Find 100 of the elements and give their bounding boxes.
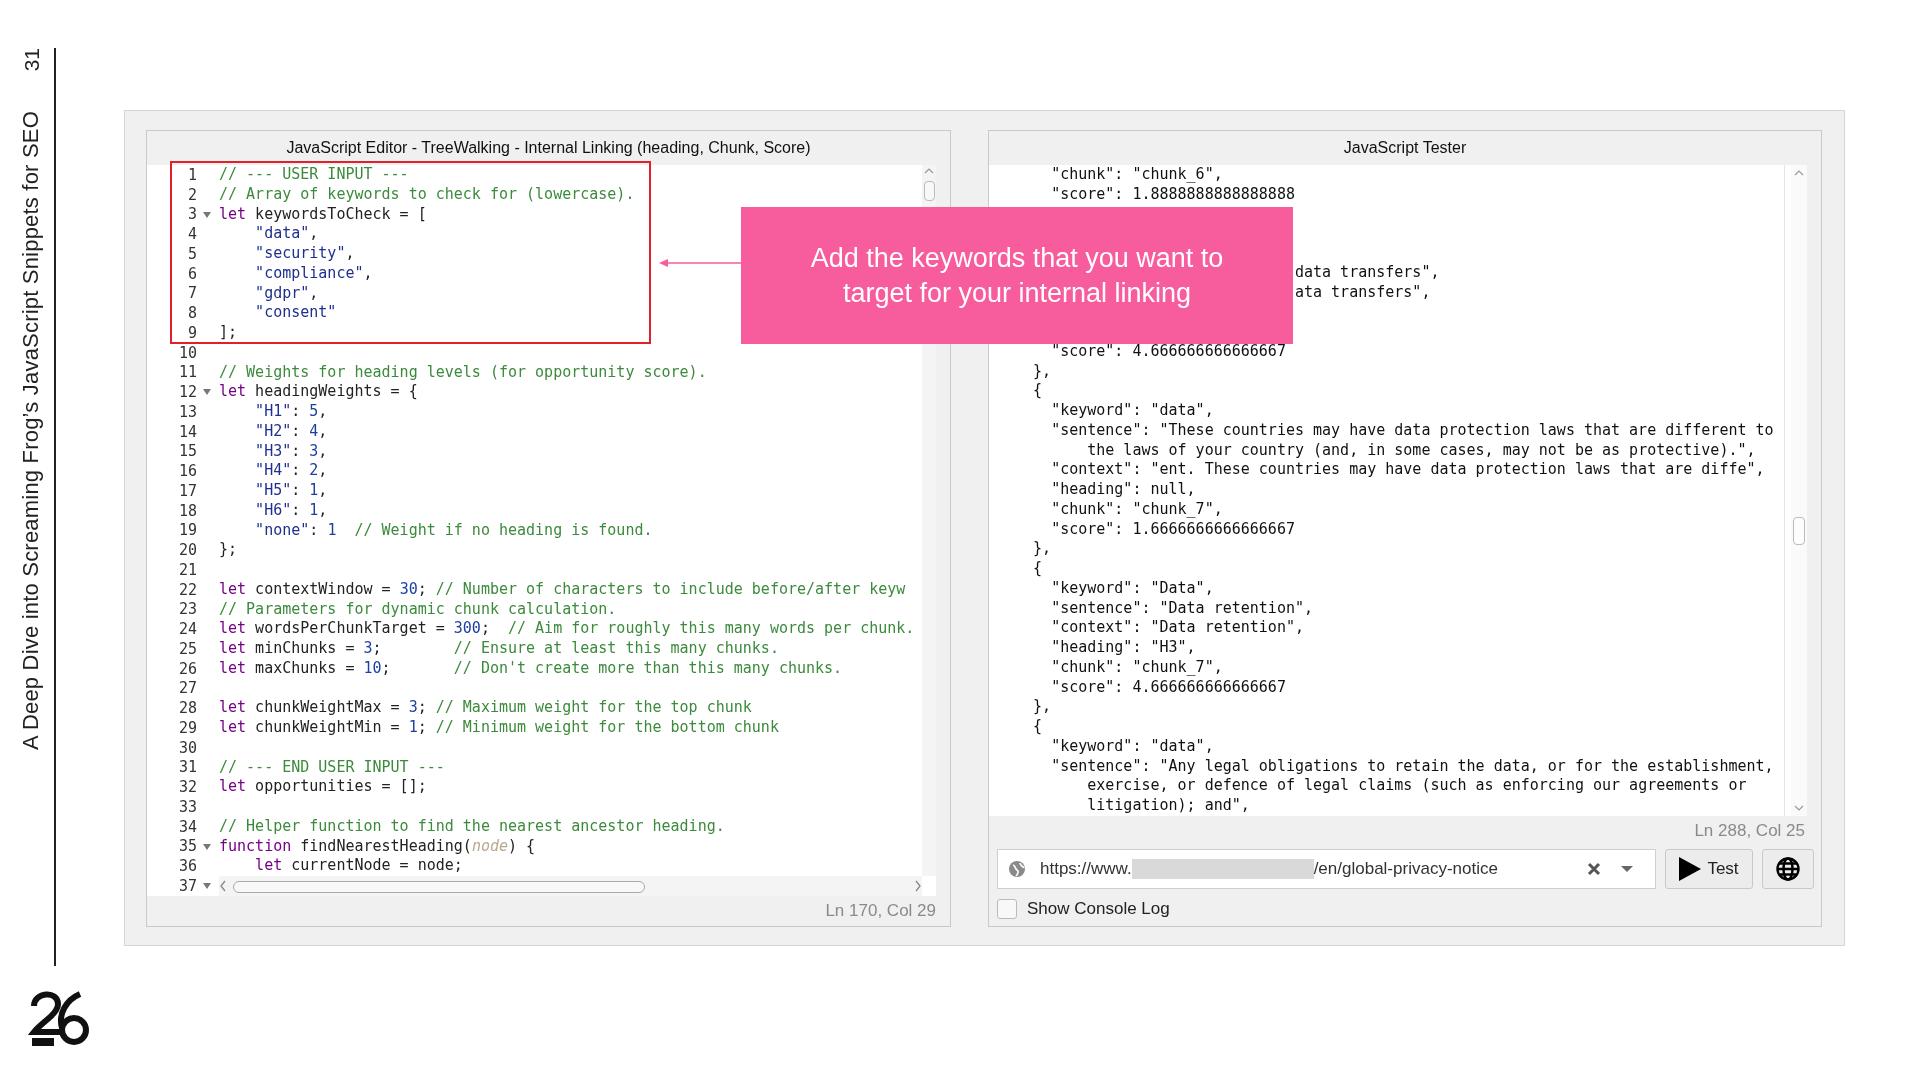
output-line: "score": 4.666666666666667 — [1051, 677, 1286, 698]
line-number: 29 — [178, 718, 197, 737]
code-line: "H5": 1, — [254, 481, 328, 501]
line-number: 18 — [178, 501, 197, 520]
horizontal-scrollbar[interactable] — [219, 876, 922, 896]
code-line: }; — [219, 540, 238, 560]
callout-text: Add the keywords that you want to target for your internal linking — [809, 241, 1225, 310]
globe-icon — [1008, 860, 1026, 878]
output-line: "sentence": "These countries may have data protection laws that are different to — [1051, 420, 1774, 441]
scroll-up-icon[interactable] — [924, 167, 934, 175]
output-line: "sentence": "Data retention", — [1051, 598, 1314, 619]
line-number: 26 — [178, 659, 197, 678]
output-line: "heading": "H3", — [1051, 638, 1196, 658]
output-line: }, — [1033, 539, 1052, 560]
line-number: 23 — [178, 600, 197, 619]
line-number: 17 — [178, 481, 197, 500]
globe-icon — [1776, 857, 1800, 881]
code-line: "H1": 5, — [254, 402, 328, 422]
line-number: 30 — [178, 738, 197, 757]
line-number: 1 — [187, 165, 197, 184]
output-line: "context": "ent. These countries may have data protection laws that are diffe", — [1051, 460, 1765, 481]
output-line: ata transfers", — [1294, 283, 1431, 303]
code-line: function findNearestHeading(node) { — [219, 836, 536, 857]
line-number: 7 — [187, 284, 197, 303]
cursor-position: Ln 170, Col 29 — [825, 901, 936, 921]
code-line: let chunkWeightMin = 1; // Minimum weight for the bottom chunk — [219, 718, 779, 738]
output-line: "chunk": "chunk_6", — [1051, 165, 1223, 185]
line-number: 33 — [178, 797, 197, 816]
scroll-up-icon[interactable] — [1794, 169, 1804, 177]
tester-title: JavaScript Tester — [1342, 138, 1468, 158]
code-line: let opportunities = []; — [219, 777, 427, 797]
code-line: // Helper function to find the nearest ancestor heading. — [219, 816, 725, 837]
fold-icon[interactable] — [203, 843, 211, 850]
code-line: let maxChunks = 10; // Don't create more than this many chunks. — [219, 658, 843, 679]
line-number: 11 — [178, 363, 197, 382]
scroll-down-icon[interactable] — [1794, 804, 1804, 812]
scroll-right-icon[interactable] — [914, 880, 922, 893]
output-line: }, — [1033, 361, 1052, 382]
code-line: let chunkWeightMax = 3; // Maximum weight for the top chunk — [219, 698, 752, 718]
code-line: "H3": 3, — [254, 441, 328, 462]
output-line: exercise, or defence of legal claims (such as enforcing our agreements or — [1087, 776, 1747, 797]
line-number: 3 — [187, 205, 197, 224]
line-number: 12 — [178, 383, 197, 402]
globe-button[interactable] — [1762, 849, 1814, 889]
line-number: 13 — [178, 402, 197, 421]
checkbox[interactable] — [997, 899, 1017, 919]
line-number: 20 — [178, 541, 197, 560]
code-line: "H4": 2, — [254, 461, 328, 481]
code-line: "compliance", — [254, 263, 373, 284]
url-field[interactable]: https://www. /en/global-privacy-notice — [997, 849, 1656, 889]
code-line: let wordsPerChunkTarget = 300; // Aim for roughly this many words per chunk. — [219, 619, 915, 639]
dropdown-caret-icon[interactable] — [1621, 866, 1633, 872]
scroll-left-icon[interactable] — [219, 880, 227, 893]
code-line: "data", — [254, 224, 319, 244]
line-number: 37 — [178, 876, 197, 895]
output-line: "keyword": "data", — [1051, 401, 1214, 421]
output-line: "keyword": "Data", — [1051, 578, 1214, 599]
fold-icon[interactable] — [203, 211, 211, 218]
output-line: }, — [1033, 697, 1052, 718]
vertical-scrollbar[interactable] — [1791, 165, 1807, 816]
code-line: "H6": 1, — [254, 500, 328, 521]
output-line: "keyword": "data", — [1051, 736, 1214, 757]
line-number: 2 — [187, 185, 197, 204]
code-line: ]; — [219, 323, 238, 343]
line-number: 32 — [178, 778, 197, 797]
code-line: // Array of keywords to check for (lowercase). — [219, 184, 635, 205]
line-number: 8 — [187, 304, 197, 323]
line-number: 27 — [178, 679, 197, 698]
output-line: the laws of your country (and, in some cases, may not be as protective).", — [1087, 440, 1756, 461]
code-line: "security", — [254, 244, 355, 264]
checkbox-label: Show Console Log — [1027, 899, 1170, 919]
fold-icon[interactable] — [203, 883, 211, 889]
line-number: 21 — [178, 560, 197, 579]
line-number: 24 — [178, 620, 197, 639]
output-line: { — [1033, 717, 1043, 737]
code-line: let minChunks = 3; // Ensure at least this many chunks. — [219, 639, 779, 659]
output-line: "context": "Data retention", — [1051, 618, 1304, 639]
line-number: 28 — [178, 699, 197, 718]
output-line: { — [1033, 559, 1043, 579]
scrollbar-thumb[interactable] — [924, 181, 935, 201]
code-line: let headingWeights = { — [219, 382, 418, 402]
line-number: 15 — [178, 442, 197, 461]
cursor-position: Ln 288, Col 25 — [1694, 821, 1805, 841]
code-line: "none": 1 // Weight if no heading is found. — [254, 520, 653, 541]
line-number: 31 — [178, 758, 197, 777]
line-number: 35 — [178, 837, 197, 856]
output-line: "score": 1.8888888888888888 — [1051, 184, 1295, 205]
code-line: // --- END USER INPUT --- — [219, 757, 445, 778]
line-number: 14 — [178, 422, 197, 441]
line-number: 4 — [187, 225, 197, 244]
test-button[interactable]: Test — [1665, 849, 1753, 889]
code-line: "H2": 4, — [254, 421, 328, 442]
output-line: litigation); and", — [1087, 796, 1250, 816]
fold-icon[interactable] — [203, 389, 211, 396]
line-number: 16 — [178, 462, 197, 481]
code-line: // Weights for heading levels (for opportunity score). — [219, 362, 707, 383]
clear-icon[interactable] — [1587, 862, 1601, 876]
scrollbar-thumb[interactable] — [1793, 517, 1805, 545]
page-number: 31 — [20, 48, 44, 72]
code-line: "consent" — [254, 303, 337, 323]
